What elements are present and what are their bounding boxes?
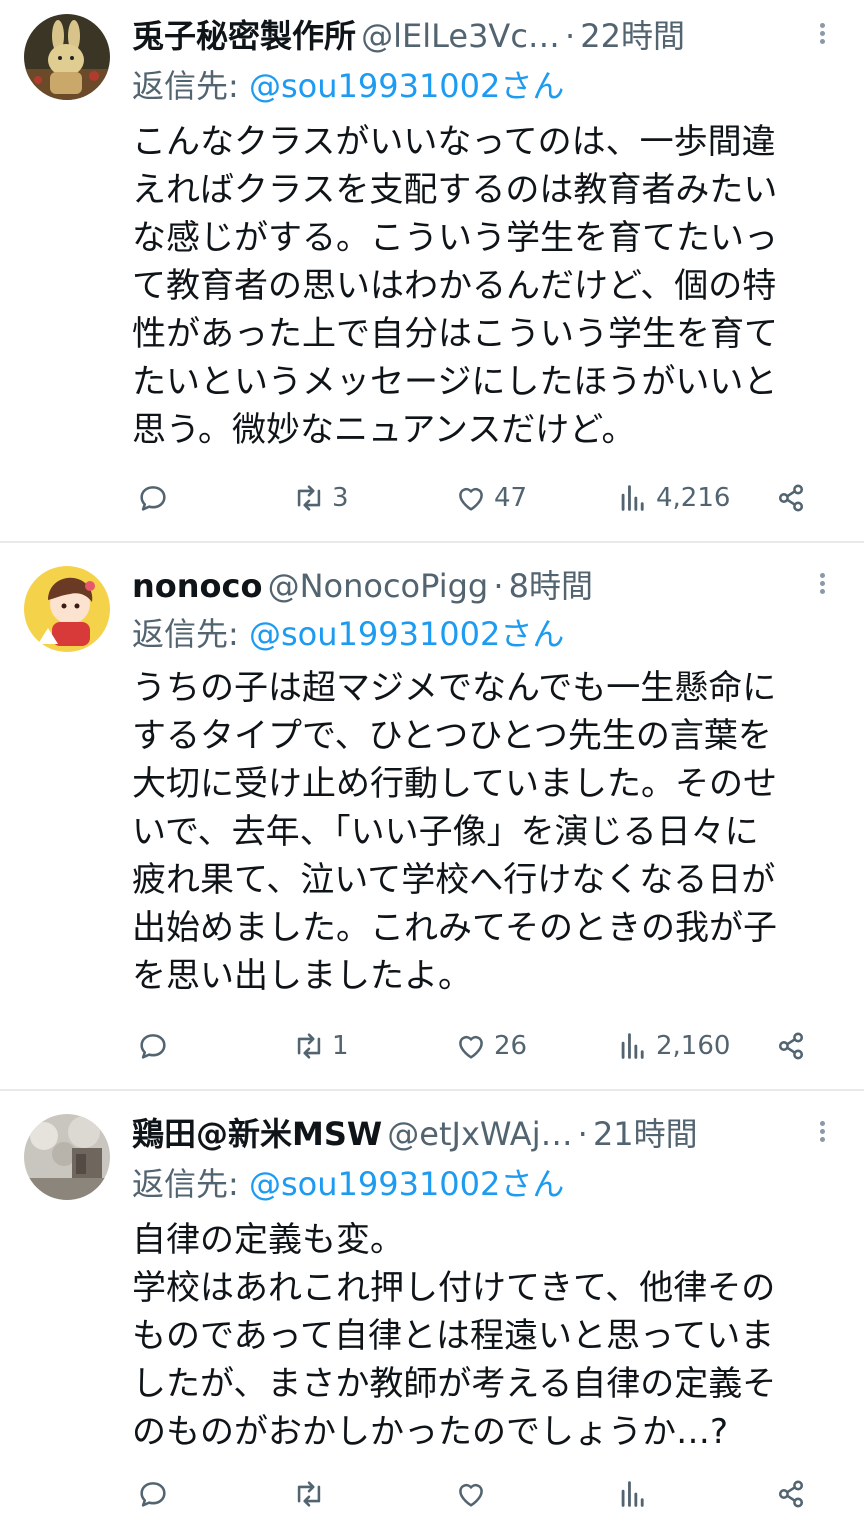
views-count: 4,216 bbox=[656, 483, 731, 513]
views-button[interactable]: 4,216 bbox=[616, 478, 730, 518]
reply-mention-link[interactable]: @sou19931002さん bbox=[249, 615, 564, 653]
tweet-actions: 1 26 2,160 bbox=[132, 1026, 822, 1066]
reply-mention-link[interactable]: @sou19931002さん bbox=[249, 1165, 564, 1203]
retweet-count: 1 bbox=[332, 1031, 349, 1061]
tweet-text: こんなクラスがいいなってのは、一歩間違 えればクラスを支配するのは教育者みたい … bbox=[132, 122, 778, 450]
avatar[interactable] bbox=[24, 1114, 110, 1200]
tweet-header: 鶏田@新米MSW @etJxWAj… · 21時間 bbox=[132, 1112, 794, 1156]
tweet-1[interactable]: 兎子秘密製作所 @lElLe3Vc… · 22時間 返信先: @sou19931… bbox=[0, 0, 864, 540]
reply-context: 返信先: @sou19931002さん bbox=[132, 612, 564, 656]
avatar-image bbox=[24, 1114, 110, 1200]
share-button[interactable] bbox=[774, 1474, 808, 1514]
share-button[interactable] bbox=[774, 478, 808, 518]
reply-icon bbox=[140, 1482, 166, 1507]
tweet-divider bbox=[0, 541, 864, 543]
more-options-button[interactable] bbox=[812, 1118, 832, 1148]
more-options-button[interactable] bbox=[812, 570, 832, 600]
timestamp[interactable]: 21時間 bbox=[593, 1115, 698, 1153]
views-button[interactable] bbox=[616, 1474, 656, 1514]
avatar[interactable] bbox=[24, 566, 110, 652]
display-name[interactable]: nonoco bbox=[132, 567, 262, 605]
reply-context: 返信先: @sou19931002さん bbox=[132, 64, 564, 108]
avatar[interactable] bbox=[24, 14, 110, 100]
separator-dot: · bbox=[493, 567, 504, 605]
tweet-actions bbox=[132, 1474, 822, 1514]
user-handle[interactable]: @NonocoPigg bbox=[268, 567, 489, 605]
retweet-button[interactable]: 1 bbox=[292, 1026, 349, 1066]
avatar-image bbox=[24, 566, 110, 652]
views-icon bbox=[621, 485, 644, 511]
heart-icon bbox=[459, 487, 483, 511]
like-button[interactable]: 26 bbox=[454, 1026, 527, 1066]
timestamp[interactable]: 22時間 bbox=[580, 17, 685, 55]
retweet-icon bbox=[297, 1481, 321, 1507]
views-button[interactable]: 2,160 bbox=[616, 1026, 730, 1066]
separator-dot: · bbox=[565, 17, 576, 55]
reply-button[interactable] bbox=[136, 1026, 170, 1066]
timestamp[interactable]: 8時間 bbox=[509, 567, 593, 605]
views-icon bbox=[621, 1481, 644, 1507]
more-icon bbox=[819, 23, 825, 28]
retweet-icon bbox=[297, 485, 321, 511]
heart-icon bbox=[459, 1035, 483, 1059]
retweet-count: 3 bbox=[332, 483, 349, 513]
retweet-button[interactable] bbox=[292, 1474, 332, 1514]
display-name[interactable]: 鶏田@新米MSW bbox=[132, 1115, 382, 1153]
heart-icon bbox=[459, 1483, 483, 1507]
more-icon bbox=[819, 573, 825, 578]
share-button[interactable] bbox=[774, 1026, 808, 1066]
reply-prefix: 返信先: bbox=[132, 1165, 249, 1203]
retweet-icon bbox=[297, 1033, 321, 1059]
tweet-actions: 3 47 4,216 bbox=[132, 478, 822, 518]
reply-mention-link[interactable]: @sou19931002さん bbox=[249, 67, 564, 105]
tweet-3[interactable]: 鶏田@新米MSW @etJxWAj… · 21時間 返信先: @sou19931… bbox=[0, 1092, 864, 1508]
user-handle[interactable]: @etJxWAj… bbox=[387, 1115, 572, 1153]
tweet-divider bbox=[0, 1089, 864, 1091]
reply-icon bbox=[140, 486, 166, 511]
like-count: 26 bbox=[494, 1031, 528, 1061]
avatar-image bbox=[24, 14, 110, 100]
reply-context: 返信先: @sou19931002さん bbox=[132, 1162, 564, 1206]
like-button[interactable]: 47 bbox=[454, 478, 527, 518]
tweet-header: 兎子秘密製作所 @lElLe3Vc… · 22時間 bbox=[132, 14, 794, 58]
like-button[interactable] bbox=[454, 1474, 494, 1514]
tweet-text: 自律の定義も変。 学校はあれこれ押し付けてきて、他律その ものであって自律とは程… bbox=[132, 1220, 777, 1452]
share-icon bbox=[778, 484, 804, 512]
share-icon bbox=[778, 1480, 804, 1508]
reply-prefix: 返信先: bbox=[132, 67, 249, 105]
retweet-button[interactable]: 3 bbox=[292, 478, 349, 518]
reply-icon bbox=[140, 1034, 166, 1059]
more-icon bbox=[819, 1121, 825, 1126]
reply-button[interactable] bbox=[136, 478, 170, 518]
separator-dot: · bbox=[577, 1115, 588, 1153]
tweet-2[interactable]: nonoco @NonocoPigg · 8時間 返信先: @sou199310… bbox=[0, 544, 864, 1088]
more-options-button[interactable] bbox=[812, 20, 832, 50]
user-handle[interactable]: @lElLe3Vc… bbox=[361, 17, 560, 55]
views-icon bbox=[621, 1033, 644, 1059]
display-name[interactable]: 兎子秘密製作所 bbox=[132, 17, 356, 55]
tweet-header: nonoco @NonocoPigg · 8時間 bbox=[132, 564, 794, 608]
reply-button[interactable] bbox=[136, 1474, 170, 1514]
like-count: 47 bbox=[494, 483, 528, 513]
share-icon bbox=[778, 1032, 804, 1060]
reply-prefix: 返信先: bbox=[132, 615, 249, 653]
tweet-text: うちの子は超マジメでなんでも一生懸命に するタイプで、ひとつひとつ先生の言葉を … bbox=[132, 668, 777, 996]
views-count: 2,160 bbox=[656, 1031, 731, 1061]
